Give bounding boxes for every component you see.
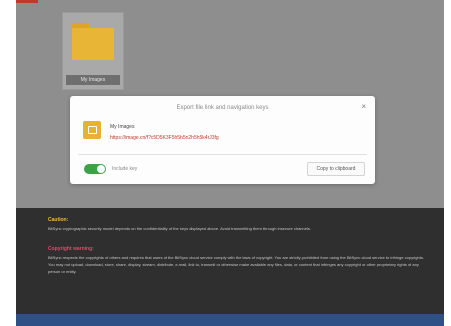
dialog-title: Export file link and navigation keys bbox=[176, 105, 269, 111]
include-key-label: Include key bbox=[112, 166, 138, 172]
notice-panel: Caution: BitSync cryptographic security … bbox=[16, 208, 444, 314]
dialog-divider bbox=[78, 154, 367, 155]
caution-text: BitSync cryptographic security model dep… bbox=[48, 226, 311, 231]
copy-to-clipboard-button[interactable]: Copy to clipboard bbox=[307, 162, 365, 176]
folder-tile[interactable]: My Images bbox=[62, 12, 124, 90]
shared-file-icon bbox=[83, 121, 101, 139]
app-window: My Images Export file link and navigatio… bbox=[16, 0, 444, 326]
export-link-dialog: Export file link and navigation keys × M… bbox=[70, 96, 375, 184]
bottom-strip bbox=[16, 314, 444, 326]
copyright-text: BitSync respects the copyrights of other… bbox=[48, 255, 424, 274]
folder-icon bbox=[72, 23, 114, 61]
copyright-heading: Copyright warning: bbox=[48, 246, 94, 252]
close-icon[interactable]: × bbox=[361, 103, 366, 111]
caution-heading: Caution: bbox=[48, 217, 69, 223]
folder-tile-label: My Images bbox=[66, 75, 120, 85]
share-link[interactable]: https://image.cn/f?c5D5K3F5h5h5n2h5h5k4r… bbox=[110, 135, 219, 141]
include-key-toggle[interactable] bbox=[84, 164, 106, 174]
file-name: My Images bbox=[110, 124, 135, 130]
accent-bar bbox=[16, 0, 38, 3]
